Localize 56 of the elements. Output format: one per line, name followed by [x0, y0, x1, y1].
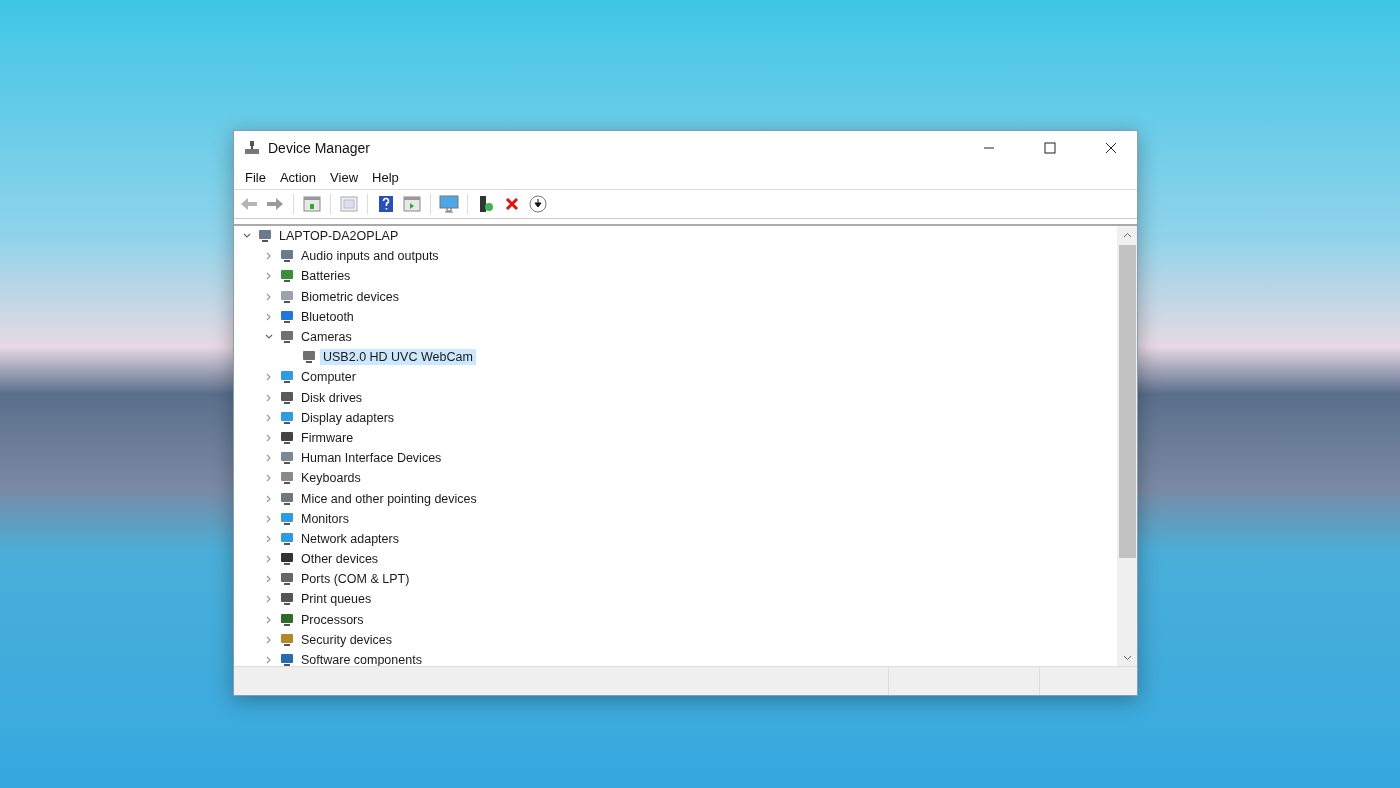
tree-item[interactable]: Print queues	[298, 591, 375, 608]
tree-item[interactable]: Cameras	[298, 329, 355, 346]
maximize-icon	[1043, 142, 1056, 154]
tree-item[interactable]: Other devices	[298, 551, 382, 568]
tree-item[interactable]: Biometric devices	[298, 288, 402, 305]
device-icon	[279, 470, 295, 487]
menu-item[interactable]: Help	[365, 167, 406, 187]
tree-item[interactable]: Human Interface Devices	[298, 450, 445, 467]
device-icon	[301, 349, 317, 366]
menu-item[interactable]: File	[238, 167, 273, 187]
device-icon	[279, 329, 295, 346]
tree-item[interactable]: Batteries	[298, 268, 354, 285]
device-icon	[279, 490, 295, 507]
tree-item[interactable]: Security devices	[298, 631, 395, 648]
menu-item[interactable]: View	[323, 167, 366, 187]
tree-item[interactable]: USB2.0 HD UVC WebCam	[320, 349, 476, 366]
tree-item[interactable]: LAPTOP-DA2OPLAP	[276, 228, 402, 245]
device-icon	[279, 409, 295, 426]
tree-item[interactable]: Display adapters	[298, 409, 398, 426]
window-pane-icon[interactable]	[338, 193, 360, 215]
tree-item[interactable]: Firmware	[298, 429, 357, 446]
device-icon	[279, 450, 295, 467]
device-icon	[279, 611, 295, 628]
device-icon	[279, 389, 295, 406]
tree-item[interactable]: Computer	[298, 369, 359, 386]
device-icon	[279, 551, 295, 568]
close-icon	[1104, 142, 1117, 154]
tree-item[interactable]: Network adapters	[298, 530, 402, 547]
computer-icon	[257, 228, 273, 245]
tree-item[interactable]: Monitors	[298, 510, 352, 527]
tree-item[interactable]: Ports (COM & LPT)	[298, 571, 413, 588]
device-icon	[279, 268, 295, 285]
device-icon	[279, 510, 295, 527]
device-icon	[279, 369, 295, 386]
menu-item[interactable]: Action	[272, 167, 324, 187]
device-icon	[279, 652, 295, 666]
device-icon	[279, 631, 295, 648]
tree-item[interactable]: Disk drives	[298, 389, 366, 406]
tree-item[interactable]: Processors	[298, 611, 367, 628]
window-title: Device Manager	[268, 140, 371, 156]
monitor-icon[interactable]	[438, 193, 460, 215]
tree-item[interactable]: Audio inputs and outputs	[298, 248, 442, 265]
tree-item[interactable]: Mice and other pointing devices	[298, 490, 480, 507]
device-icon	[279, 288, 295, 305]
device-icon	[279, 248, 295, 265]
device-icon	[279, 571, 295, 588]
device-icon	[279, 591, 295, 608]
tree-item[interactable]: Software components	[298, 652, 425, 666]
window-pane-icon[interactable]	[301, 193, 323, 215]
device-icon	[279, 530, 295, 547]
device-icon	[279, 429, 295, 446]
tree-item[interactable]: Keyboards	[298, 470, 364, 487]
download-icon[interactable]	[527, 193, 549, 215]
device-icon	[279, 308, 295, 325]
tree-item[interactable]: Bluetooth	[298, 308, 357, 325]
app-icon	[244, 140, 260, 156]
